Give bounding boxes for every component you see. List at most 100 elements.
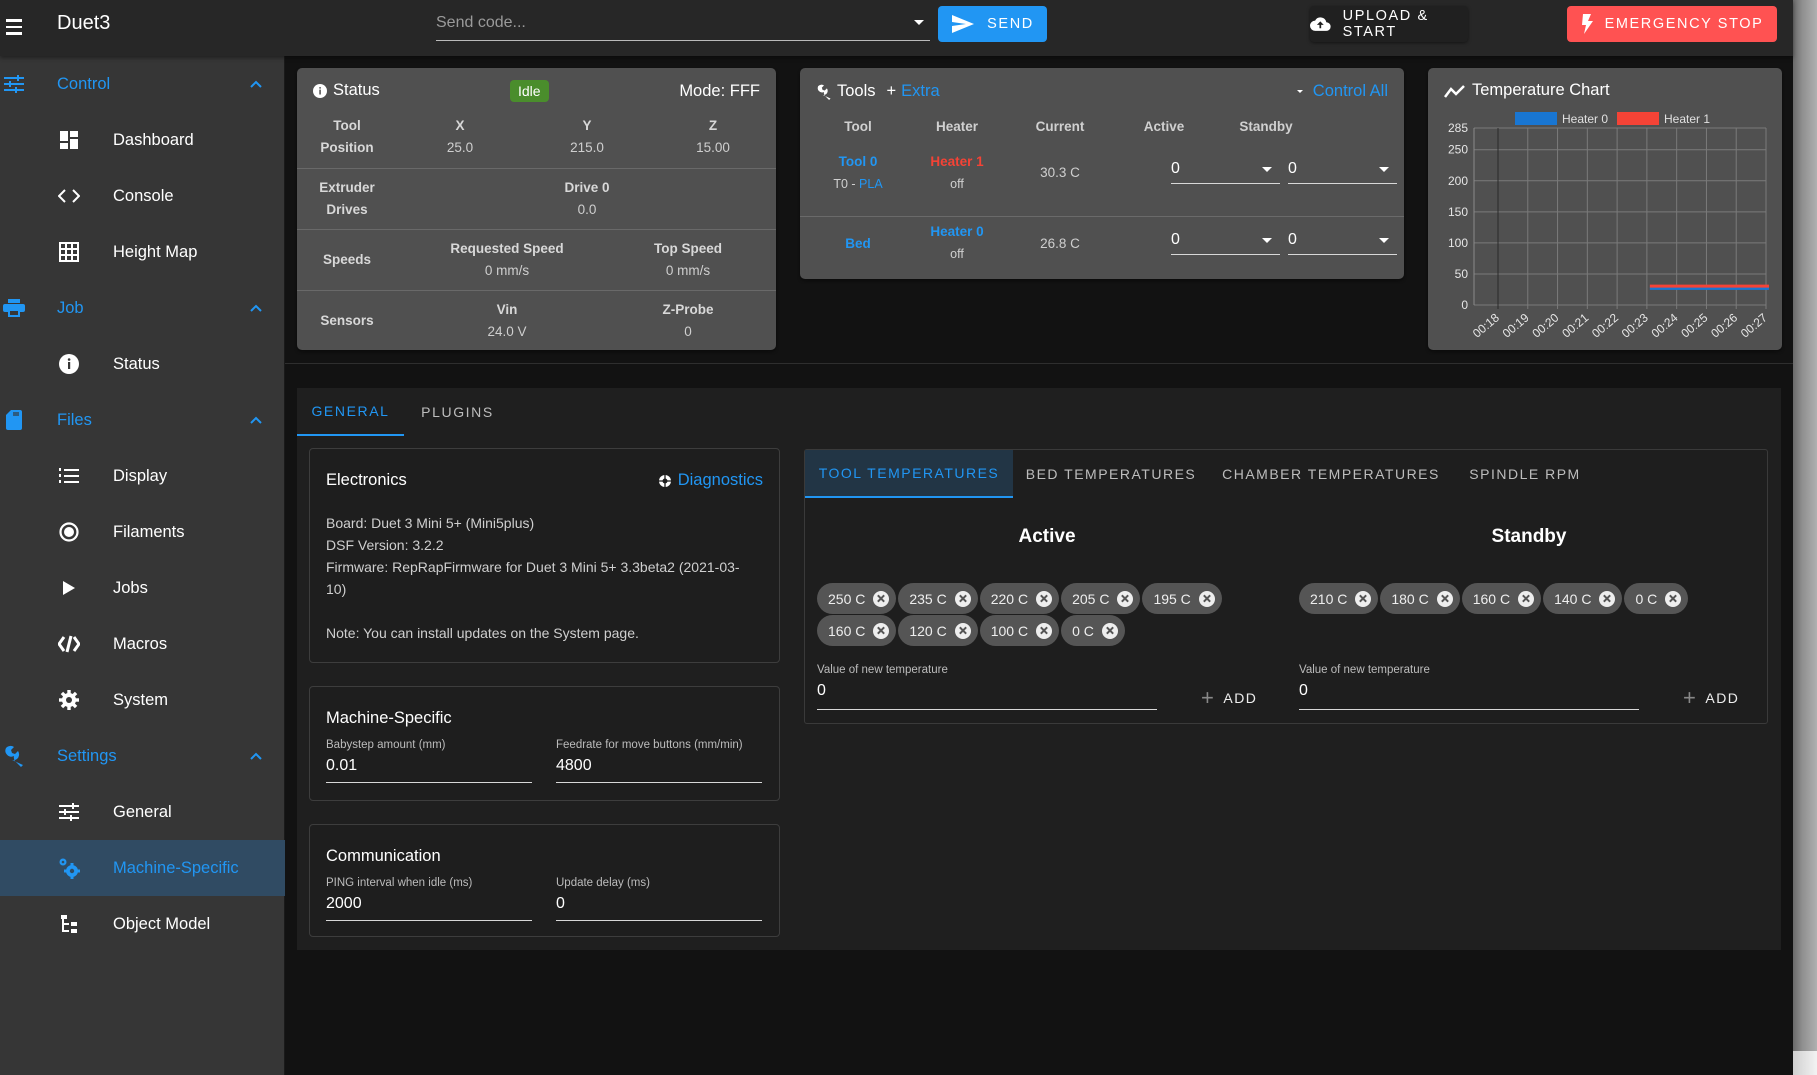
sidebar-item-general[interactable]: General [0, 784, 285, 840]
temperature-chip[interactable]: 100 C [979, 615, 1060, 646]
remove-chip-icon[interactable] [1436, 590, 1453, 607]
play-icon [57, 576, 81, 600]
temperature-chip[interactable]: 195 C [1142, 583, 1222, 614]
tool-name-link[interactable]: Tool 0 [818, 151, 898, 173]
ping-interval-field[interactable]: PING interval when idle (ms) [326, 877, 532, 921]
active-add-button[interactable]: + Add [1201, 685, 1257, 711]
temperature-chip[interactable]: 205 C [1061, 583, 1141, 614]
temperature-chip[interactable]: 160 C [817, 615, 897, 646]
update-delay-field[interactable]: Update delay (ms) [556, 877, 762, 921]
chip-label: 180 C [1391, 590, 1429, 607]
tab-spindle-rpm[interactable]: Spindle RPM [1453, 450, 1597, 498]
tools-card: Tools + Extra Control All Tool Heater Cu… [800, 68, 1404, 279]
sidebar-item-dashboard[interactable]: Dashboard [0, 112, 285, 168]
active-new-temp-field[interactable]: Value of new temperature [817, 664, 1157, 710]
remove-chip-icon[interactable] [1036, 622, 1053, 639]
remove-chip-icon[interactable] [954, 590, 971, 607]
temperature-chip[interactable]: 0 C [1061, 615, 1125, 646]
standby-new-temp-input[interactable] [1299, 682, 1639, 700]
temperature-chip[interactable]: 210 C [1299, 583, 1379, 614]
tab-bed-temperatures[interactable]: Bed Temperatures [1013, 450, 1209, 498]
sidebar-item-status[interactable]: Status [0, 336, 285, 392]
bed-name-link[interactable]: Bed [818, 233, 898, 255]
temperature-chip[interactable]: 220 C [979, 583, 1060, 614]
heater-name-link[interactable]: Heater 1 [917, 151, 997, 173]
send-code-field[interactable] [436, 8, 930, 41]
temperature-chip[interactable]: 0 C [1624, 583, 1689, 614]
dropdown-arrow-icon[interactable] [914, 20, 924, 25]
sidebar-item-system[interactable]: System [0, 672, 285, 728]
scrollbar-thumb[interactable] [1793, 1051, 1817, 1075]
sidebar-item-object-model[interactable]: Object Model [0, 896, 285, 952]
filament-link[interactable]: PLA [859, 177, 883, 191]
status-title: Status [313, 81, 380, 100]
active-temp-select[interactable]: 0 [1171, 229, 1280, 255]
temperature-chart-card: Temperature Chart Heater 0 Heater 1 0 50 100… [1428, 68, 1782, 350]
send-button[interactable]: Send [938, 6, 1047, 42]
sidebar-group-label: Control [57, 74, 111, 93]
active-temp-select[interactable]: 0 [1171, 158, 1280, 184]
sidebar-group-files[interactable]: Files [0, 392, 285, 448]
extra-link[interactable]: Extra [901, 82, 940, 101]
standby-new-temp-field[interactable]: Value of new temperature [1299, 664, 1639, 710]
sidebar-item-macros[interactable]: Macros [0, 616, 285, 672]
current-temp: 26.8 C [1040, 236, 1080, 251]
standby-add-button[interactable]: + Add [1683, 685, 1739, 711]
diagnostics-button[interactable]: Diagnostics [657, 471, 763, 490]
tab-plugins[interactable]: Plugins [404, 388, 511, 436]
sidebar-item-display[interactable]: Display [0, 448, 285, 504]
temperature-chip[interactable]: 160 C [1461, 583, 1542, 614]
remove-chip-icon[interactable] [1036, 590, 1053, 607]
sidebar-item-label: Jobs [113, 578, 148, 597]
update-delay-input[interactable] [556, 895, 762, 913]
remove-chip-icon[interactable] [1117, 590, 1134, 607]
x-tick-label: 00:19 [1500, 310, 1532, 340]
feedrate-field[interactable]: Feedrate for move buttons (mm/min) [556, 739, 762, 783]
sidebar-group-settings[interactable]: Settings [0, 728, 285, 784]
remove-chip-icon[interactable] [954, 622, 971, 639]
remove-chip-icon[interactable] [873, 590, 890, 607]
babystep-field[interactable]: Babystep amount (mm) [326, 739, 532, 783]
ping-interval-input[interactable] [326, 895, 532, 913]
remove-chip-icon[interactable] [1355, 590, 1372, 607]
temperature-chip[interactable]: 120 C [898, 615, 978, 646]
remove-chip-icon[interactable] [1198, 590, 1215, 607]
heater-name-link[interactable]: Heater 0 [917, 221, 997, 243]
tab-general[interactable]: General [297, 388, 404, 436]
sidebar-item-machine-specific[interactable]: Machine-Specific [0, 840, 285, 896]
sidebar-item-jobs[interactable]: Jobs [0, 560, 285, 616]
feedrate-input[interactable] [556, 757, 762, 775]
menu-icon[interactable] [6, 14, 32, 40]
temperature-chip[interactable]: 250 C [817, 583, 897, 614]
x-tick-label: 00:18 [1470, 310, 1502, 340]
remove-chip-icon[interactable] [1101, 622, 1118, 639]
tool-position-label: Tool Position [320, 118, 374, 155]
upload-start-button[interactable]: Upload & Start [1310, 6, 1468, 42]
sidebar-item-height-map[interactable]: Height Map [0, 224, 285, 280]
babystep-input[interactable] [326, 757, 532, 775]
temperature-chip[interactable]: 235 C [898, 583, 978, 614]
sidebar-item-console[interactable]: Console [0, 168, 285, 224]
sidebar-item-filaments[interactable]: Filaments [0, 504, 285, 560]
column-header-heater: Heater [935, 119, 979, 134]
remove-chip-icon[interactable] [1665, 590, 1682, 607]
temperature-chip[interactable]: 180 C [1380, 583, 1460, 614]
standby-temp-select[interactable]: 0 [1288, 158, 1397, 184]
remove-chip-icon[interactable] [1518, 590, 1535, 607]
emergency-stop-button[interactable]: Emergency Stop [1567, 6, 1777, 42]
sidebar-group-job[interactable]: Job [0, 280, 285, 336]
remove-chip-icon[interactable] [873, 622, 890, 639]
machine-mode: Mode: FFF [679, 82, 760, 100]
sidebar-group-control[interactable]: Control [0, 56, 285, 112]
tab-tool-temperatures[interactable]: Tool Temperatures [805, 450, 1013, 498]
control-all-button[interactable]: Control All [1296, 82, 1388, 101]
chip-label: 160 C [828, 622, 866, 639]
send-code-input[interactable] [436, 8, 930, 38]
active-new-temp-input[interactable] [817, 682, 1157, 700]
tab-chamber-temperatures[interactable]: Chamber Temperatures [1209, 450, 1453, 498]
temperature-chip[interactable]: 140 C [1543, 583, 1623, 614]
remove-chip-icon[interactable] [1599, 590, 1616, 607]
chip-label: 250 C [828, 590, 866, 607]
standby-temp-select[interactable]: 0 [1288, 229, 1397, 255]
page-scrollbar[interactable] [1793, 0, 1817, 1075]
